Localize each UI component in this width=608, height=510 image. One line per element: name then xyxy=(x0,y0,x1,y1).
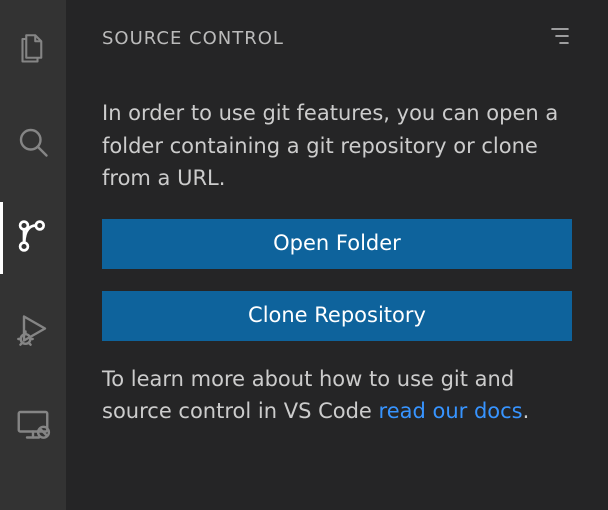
panel-header: SOURCE CONTROL xyxy=(102,24,572,53)
intro-text: In order to use git features, you can op… xyxy=(102,97,572,195)
source-control-panel: SOURCE CONTROL In order to use git featu… xyxy=(66,0,608,510)
activity-bar xyxy=(0,0,66,510)
learn-more-text: To learn more about how to use git and s… xyxy=(102,363,572,428)
open-folder-label: Open Folder xyxy=(273,227,401,260)
debug-icon xyxy=(15,312,51,352)
clone-repository-button[interactable]: Clone Repository xyxy=(102,291,572,341)
activity-item-remote[interactable] xyxy=(0,394,66,458)
activity-item-explorer[interactable] xyxy=(0,18,66,82)
source-control-icon xyxy=(15,218,51,258)
panel-title: SOURCE CONTROL xyxy=(102,28,284,49)
read-docs-link[interactable]: read our docs xyxy=(379,399,523,423)
view-list-tree-icon xyxy=(548,24,572,53)
learn-more-suffix: . xyxy=(523,399,530,423)
open-folder-button[interactable]: Open Folder xyxy=(102,219,572,269)
activity-item-search[interactable] xyxy=(0,112,66,176)
clone-repository-label: Clone Repository xyxy=(248,299,426,332)
search-icon xyxy=(15,124,51,164)
activity-item-run-debug[interactable] xyxy=(0,300,66,364)
app-root: SOURCE CONTROL In order to use git featu… xyxy=(0,0,608,510)
files-icon xyxy=(15,30,51,70)
panel-body: In order to use git features, you can op… xyxy=(102,97,572,452)
view-mode-toggle[interactable] xyxy=(548,24,572,53)
remote-icon xyxy=(15,406,51,446)
activity-item-source-control[interactable] xyxy=(0,206,66,270)
